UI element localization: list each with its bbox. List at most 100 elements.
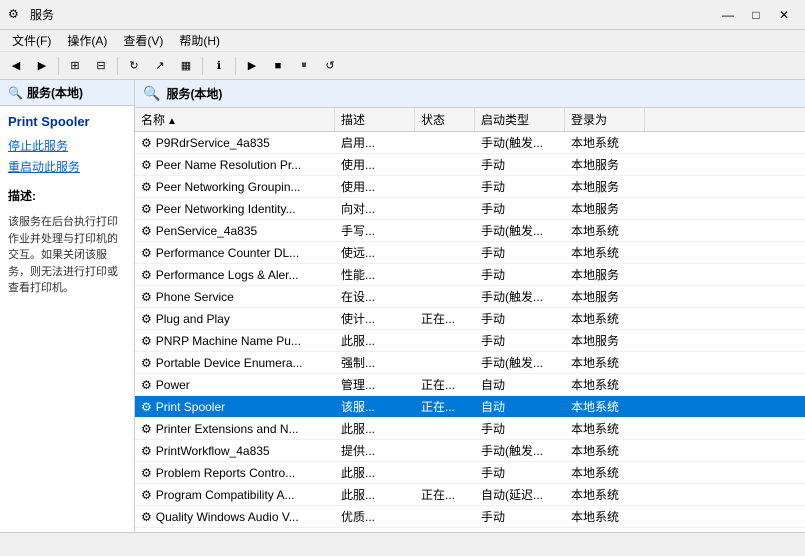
toolbar-export[interactable]: ↗ — [148, 55, 172, 77]
table-row[interactable]: ⚙ Phone Service 在设... 手动(触发... 本地服务 — [135, 286, 805, 308]
header-name[interactable]: 名称▲ — [135, 108, 335, 131]
toolbar-sep-4 — [235, 57, 236, 75]
minimize-button[interactable]: — — [715, 5, 741, 25]
cell-login: 本地服务 — [565, 154, 645, 175]
table-row[interactable]: ⚙ Problem Reports Contro... 此服... 手动 本地系… — [135, 462, 805, 484]
header-desc[interactable]: 描述 — [335, 108, 415, 131]
table-row[interactable]: ⚙ Quality Windows Audio V... 优质... 手动 本地… — [135, 506, 805, 528]
toolbar-play[interactable]: ▶ — [240, 55, 264, 77]
table-row[interactable]: ⚙ Program Compatibility A... 此服... 正在...… — [135, 484, 805, 506]
service-description: 该服务在后台执行打印作业并处理与打印机的交互。如果关闭该服务，则无法进行打印或查… — [8, 214, 126, 297]
restart-service-link[interactable]: 重启动此服务 — [8, 158, 126, 175]
menu-action[interactable]: 操作(A) — [59, 30, 115, 51]
table-row[interactable]: ⚙ Portable Device Enumera... 强制... 手动(触发… — [135, 352, 805, 374]
desc-label: 描述: — [8, 187, 126, 204]
toolbar-forward[interactable]: ▶ — [30, 55, 54, 77]
table-row[interactable]: ⚙ PNRP Machine Name Pu... 此服... 手动 本地服务 — [135, 330, 805, 352]
cell-status — [415, 440, 475, 461]
toolbar-back[interactable]: ◀ — [4, 55, 28, 77]
toolbar-refresh[interactable]: ↻ — [122, 55, 146, 77]
menu-bar: 文件(F) 操作(A) 查看(V) 帮助(H) — [0, 30, 805, 52]
table-row[interactable]: ⚙ Performance Logs & Aler... 性能... 手动 本地… — [135, 264, 805, 286]
cell-status — [415, 154, 475, 175]
toolbar-restart[interactable]: ↺ — [318, 55, 342, 77]
table-row[interactable]: ⚙ Performance Counter DL... 使远... 手动 本地系… — [135, 242, 805, 264]
cell-name: ⚙ Power — [135, 374, 335, 395]
toolbar-help[interactable]: ℹ — [207, 55, 231, 77]
cell-desc: 此服... — [335, 462, 415, 483]
cell-status — [415, 220, 475, 241]
menu-view[interactable]: 查看(V) — [115, 30, 171, 51]
service-icon: ⚙ — [141, 488, 152, 502]
cell-status — [415, 286, 475, 307]
service-icon: ⚙ — [141, 246, 152, 260]
cell-name: ⚙ PNRP Machine Name Pu... — [135, 330, 335, 351]
cell-login: 本地系统 — [565, 220, 645, 241]
table-row[interactable]: ⚙ Plug and Play 使计... 正在... 手动 本地系统 — [135, 308, 805, 330]
panel-search-icon: 🔍 — [143, 85, 160, 102]
cell-desc: 使远... — [335, 242, 415, 263]
cell-name: ⚙ PrintWorkflow_4a835 — [135, 440, 335, 461]
right-panel: 🔍 服务(本地) 名称▲ 描述 状态 启动类型 登录为 ⚙ P9RdrServi… — [135, 80, 805, 532]
table-row[interactable]: ⚙ Power 管理... 正在... 自动 本地系统 — [135, 374, 805, 396]
cell-desc: 该服... — [335, 396, 415, 417]
header-status[interactable]: 状态 — [415, 108, 475, 131]
cell-desc: 向对... — [335, 198, 415, 219]
cell-name: ⚙ P9RdrService_4a835 — [135, 132, 335, 153]
table-row[interactable]: ⚙ PrintWorkflow_4a835 提供... 手动(触发... 本地系… — [135, 440, 805, 462]
toolbar-filter[interactable]: ▦ — [174, 55, 198, 77]
left-panel: 🔍 服务(本地) Print Spooler 停止此服务 重启动此服务 描述: … — [0, 80, 135, 532]
cell-startup: 手动 — [475, 242, 565, 263]
cell-status: 正在... — [415, 374, 475, 395]
cell-name: ⚙ Peer Networking Identity... — [135, 198, 335, 219]
table-row[interactable]: ⚙ PenService_4a835 手写... 手动(触发... 本地系统 — [135, 220, 805, 242]
toolbar-pause[interactable]: ⏸ — [292, 55, 316, 77]
services-table[interactable]: 名称▲ 描述 状态 启动类型 登录为 ⚙ P9RdrService_4a835 … — [135, 108, 805, 532]
cell-login: 本地系统 — [565, 352, 645, 373]
table-row[interactable]: ⚙ Peer Networking Groupin... 使用... 手动 本地… — [135, 176, 805, 198]
toolbar-browse-view[interactable]: ⊞ — [63, 55, 87, 77]
cell-status — [415, 264, 475, 285]
cell-startup: 手动(触发... — [475, 132, 565, 153]
cell-status: 正在... — [415, 396, 475, 417]
cell-name: ⚙ Peer Networking Groupin... — [135, 176, 335, 197]
cell-login: 本地服务 — [565, 198, 645, 219]
table-row[interactable]: ⚙ Peer Name Resolution Pr... 使用... 手动 本地… — [135, 154, 805, 176]
table-row[interactable]: ⚙ Print Spooler 该服... 正在... 自动 本地系统 — [135, 396, 805, 418]
cell-name: ⚙ Printer Extensions and N... — [135, 418, 335, 439]
toolbar-browse-up[interactable]: ⊟ — [89, 55, 113, 77]
menu-help[interactable]: 帮助(H) — [171, 30, 228, 51]
service-icon: ⚙ — [141, 444, 152, 458]
cell-startup: 自动(延迟... — [475, 484, 565, 505]
cell-login: 本地系统 — [565, 440, 645, 461]
table-row[interactable]: ⚙ Printer Extensions and N... 此服... 手动 本… — [135, 418, 805, 440]
cell-startup: 手动 — [475, 330, 565, 351]
service-icon: ⚙ — [141, 180, 152, 194]
cell-status: 正在... — [415, 484, 475, 505]
maximize-button[interactable]: □ — [743, 5, 769, 25]
menu-file[interactable]: 文件(F) — [4, 30, 59, 51]
cell-startup: 自动 — [475, 374, 565, 395]
cell-startup: 手动 — [475, 154, 565, 175]
toolbar-stop[interactable]: ■ — [266, 55, 290, 77]
cell-desc: 强制... — [335, 352, 415, 373]
cell-name: ⚙ Print Spooler — [135, 396, 335, 417]
stop-service-link[interactable]: 停止此服务 — [8, 137, 126, 154]
header-login[interactable]: 登录为 — [565, 108, 645, 131]
table-row[interactable]: ⚙ Peer Networking Identity... 向对... 手动 本… — [135, 198, 805, 220]
toolbar-sep-3 — [202, 57, 203, 75]
table-row[interactable]: ⚙ P9RdrService_4a835 启用... 手动(触发... 本地系统 — [135, 132, 805, 154]
service-icon: ⚙ — [141, 268, 152, 282]
title-bar: ⚙ 服务 — □ ✕ — [0, 0, 805, 30]
cell-startup: 手动(触发... — [475, 440, 565, 461]
cell-name: ⚙ Performance Logs & Aler... — [135, 264, 335, 285]
status-bar — [0, 532, 805, 556]
cell-name: ⚙ Remote Access Auto Con... — [135, 528, 335, 532]
cell-status — [415, 176, 475, 197]
cell-status — [415, 132, 475, 153]
cell-name: ⚙ Program Compatibility A... — [135, 484, 335, 505]
cell-name: ⚙ Problem Reports Contro... — [135, 462, 335, 483]
close-button[interactable]: ✕ — [771, 5, 797, 25]
table-row[interactable]: ⚙ Remote Access Auto Con... 无论... 手动 本地系… — [135, 528, 805, 532]
header-startup[interactable]: 启动类型 — [475, 108, 565, 131]
